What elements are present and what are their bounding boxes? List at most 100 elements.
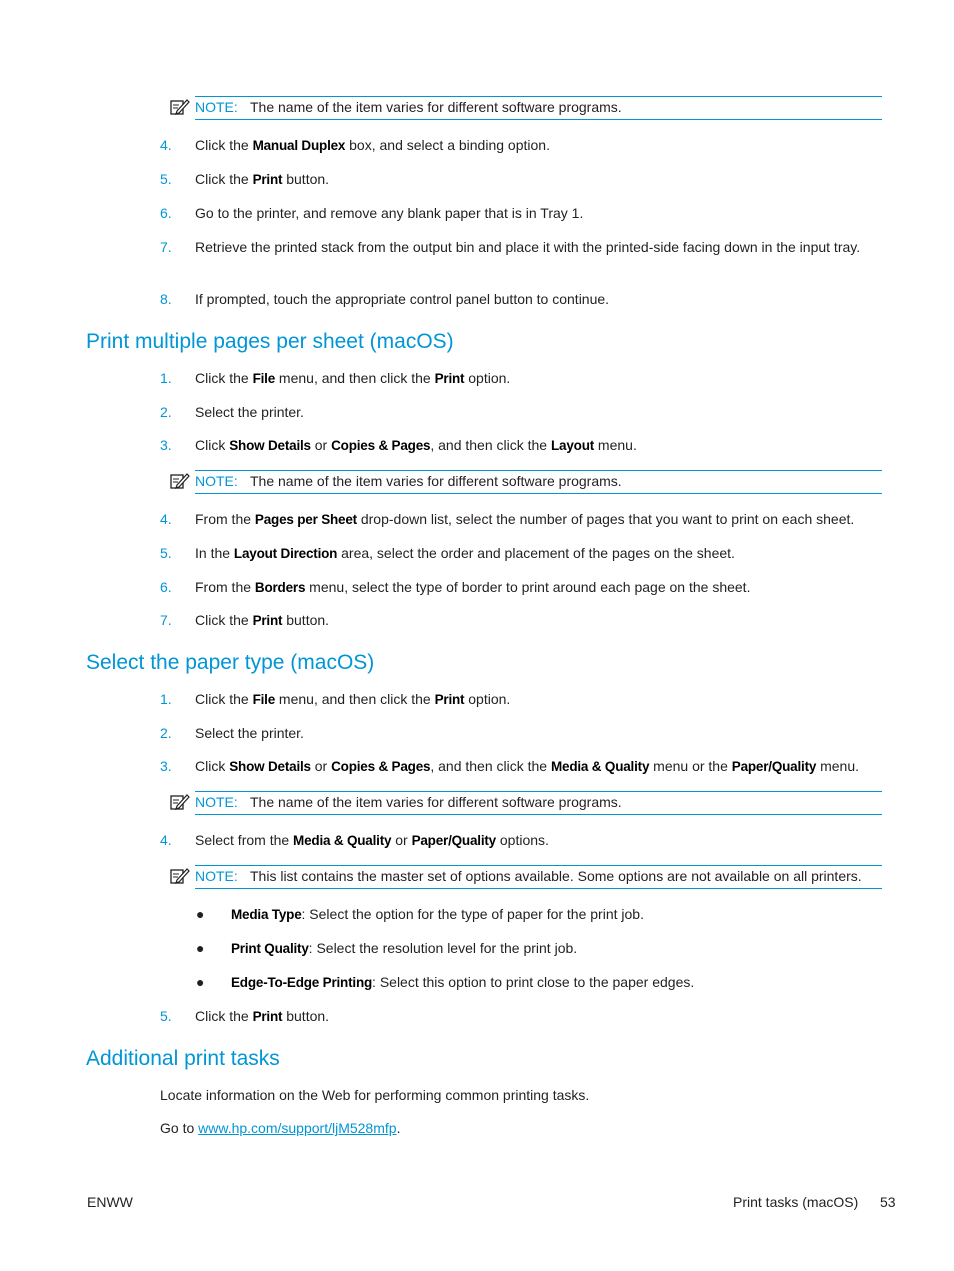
ui-term: Manual Duplex — [252, 138, 346, 153]
step-text: menu, and then click the — [275, 370, 435, 386]
step-text: menu, and then click the — [275, 691, 435, 707]
note-box: NOTE: The name of the item varies for di… — [170, 470, 882, 494]
bullet-dot-icon: ● — [196, 974, 205, 990]
step-text: or — [310, 437, 332, 453]
note-rule-bottom — [195, 493, 882, 494]
ui-term: Layout Direction — [233, 546, 338, 561]
ui-term: Show Details — [229, 438, 311, 453]
step-number: 6. — [160, 579, 172, 595]
note-text: The name of the item varies for differen… — [250, 99, 622, 115]
ui-term: Print Quality — [231, 941, 309, 956]
ui-term: Paper/Quality — [731, 759, 817, 774]
section-heading: Select the paper type (macOS) — [86, 651, 375, 674]
ui-term: Show Details — [229, 759, 311, 774]
note-label: NOTE: — [195, 473, 238, 489]
step-number: 7. — [160, 612, 172, 628]
bullet-text: : Select the resolution level for the pr… — [308, 940, 578, 956]
step-text: Click — [195, 437, 230, 453]
bullet-text: : Select this option to print close to t… — [372, 974, 695, 990]
step-text: Select the printer. — [195, 725, 304, 741]
step-text: or — [310, 758, 332, 774]
support-link[interactable]: www.hp.com/support/ljM528mfp — [198, 1120, 396, 1136]
step-text: options. — [496, 832, 549, 848]
ui-term: Media & Quality — [550, 759, 650, 774]
intro-text: Locate information on the Web for perfor… — [160, 1087, 590, 1103]
step-number: 3. — [160, 758, 172, 774]
step-text: Click — [195, 758, 230, 774]
note-label: NOTE: — [195, 868, 238, 884]
note-box: NOTE: The name of the item varies for di… — [170, 96, 882, 120]
ui-term: Print — [252, 1009, 283, 1024]
section-heading: Print multiple pages per sheet (macOS) — [86, 330, 454, 353]
step-text: From the — [195, 511, 255, 527]
ui-term: Print — [434, 371, 465, 386]
ui-term: Copies & Pages — [331, 438, 431, 453]
step-text: menu. — [816, 758, 860, 774]
step-text: If prompted, touch the appropriate contr… — [195, 291, 610, 307]
step-text: From the — [195, 579, 255, 595]
footer-section: Print tasks (macOS) — [733, 1194, 859, 1210]
ui-term: Print — [434, 692, 465, 707]
step-number: 5. — [160, 1008, 172, 1024]
note-rule-bottom — [195, 888, 882, 889]
step-text: option. — [464, 370, 511, 386]
note-rule-top — [195, 791, 882, 792]
bullet-text: : Select the option for the type of pape… — [301, 906, 644, 922]
step-number: 2. — [160, 725, 172, 741]
note-icon — [170, 98, 190, 116]
step-number: 5. — [160, 171, 172, 187]
step-number: 4. — [160, 511, 172, 527]
page-number: 53 — [880, 1194, 896, 1210]
step-text: box, and select a binding option. — [345, 137, 550, 153]
step-text: Click the — [195, 171, 253, 187]
step-text: Click the — [195, 370, 253, 386]
note-rule-bottom — [195, 119, 882, 120]
note-text: The name of the item varies for differen… — [250, 473, 622, 489]
step-text: Click the — [195, 691, 253, 707]
step-text: Select from the — [195, 832, 294, 848]
ui-term: Print — [252, 172, 283, 187]
note-label: NOTE: — [195, 794, 238, 810]
bullet-dot-icon: ● — [196, 906, 205, 922]
note-rule-top — [195, 470, 882, 471]
ui-term: Edge-To-Edge Printing — [231, 975, 373, 990]
step-number: 2. — [160, 404, 172, 420]
ui-term: Media Type — [231, 907, 302, 922]
step-text: option. — [464, 691, 511, 707]
note-icon — [170, 793, 190, 811]
bullet-dot-icon: ● — [196, 940, 205, 956]
ui-term: Layout — [550, 438, 595, 453]
note-text: The name of the item varies for differen… — [250, 794, 622, 810]
ui-term: File — [252, 371, 276, 386]
step-text: menu or the — [649, 758, 732, 774]
note-rule-bottom — [195, 814, 882, 815]
ui-term: Paper/Quality — [411, 833, 497, 848]
step-number: 1. — [160, 370, 172, 386]
step-text: button. — [282, 1008, 330, 1024]
step-text: Select the printer. — [195, 404, 304, 420]
step-number: 1. — [160, 691, 172, 707]
note-icon — [170, 472, 190, 490]
step-text: Click the — [195, 612, 253, 628]
ui-term: Media & Quality — [293, 833, 392, 848]
step-text: menu. — [594, 437, 637, 453]
note-text: This list contains the master set of opt… — [250, 868, 862, 884]
step-number: 7. — [160, 239, 172, 255]
step-text: Click the — [195, 137, 253, 153]
goto-text: Go to — [160, 1120, 199, 1136]
step-text: drop-down list, select the number of pag… — [356, 511, 855, 527]
step-text: , and then click the — [430, 758, 551, 774]
step-text: Click the — [195, 1008, 253, 1024]
goto-text: . — [396, 1120, 401, 1136]
goto-line: Go to www.hp.com/support/ljM528mfp. — [160, 1119, 400, 1138]
step-number: 4. — [160, 832, 172, 848]
footer-left: ENWW — [87, 1194, 133, 1210]
note-label: NOTE: — [195, 99, 238, 115]
note-box: NOTE: This list contains the master set … — [170, 865, 882, 889]
ui-term: Print — [252, 613, 283, 628]
ui-term: Copies & Pages — [331, 759, 431, 774]
step-text: area, select the order and placement of … — [337, 545, 735, 561]
step-text: Retrieve the printed stack from the outp… — [195, 239, 861, 255]
step-text: , and then click the — [430, 437, 551, 453]
step-number: 5. — [160, 545, 172, 561]
